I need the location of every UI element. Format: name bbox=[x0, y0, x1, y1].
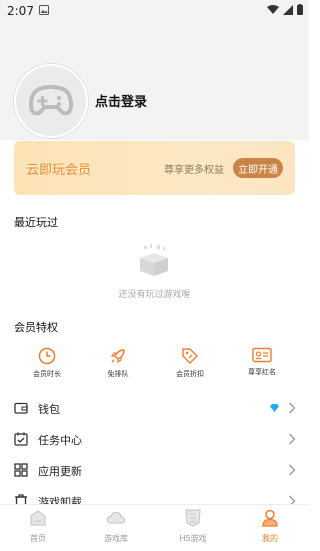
privilege-label: 会员时长 bbox=[33, 370, 61, 378]
privilege-label: 尊享红名 bbox=[248, 368, 276, 376]
status-icons bbox=[267, 4, 303, 15]
nav-label: 我的 bbox=[262, 534, 278, 543]
diamond-icon bbox=[270, 404, 279, 412]
home-icon bbox=[30, 510, 46, 526]
nav-h5-games[interactable]: H5游戏 bbox=[163, 509, 223, 544]
list-label: 钱包 bbox=[38, 403, 60, 416]
signal-icon bbox=[283, 4, 293, 15]
login-text[interactable]: 点击登录 bbox=[95, 91, 147, 110]
cloud-icon bbox=[106, 511, 126, 524]
nav-label: H5游戏 bbox=[179, 534, 207, 543]
vip-title: 云即玩会员 bbox=[26, 163, 92, 178]
avatar[interactable] bbox=[14, 64, 88, 138]
recent-title: 最近玩过 bbox=[14, 216, 58, 229]
privilege-label: 免排队 bbox=[107, 370, 129, 378]
empty-box-icon bbox=[140, 244, 168, 276]
wallet-icon bbox=[14, 402, 28, 414]
grid-icon bbox=[14, 463, 28, 477]
bottom-nav: 首页 游戏库 H5游戏 我的 bbox=[0, 504, 309, 551]
rocket-icon bbox=[110, 349, 125, 364]
chevron-right-icon bbox=[289, 464, 296, 476]
nav-label: 首页 bbox=[30, 534, 46, 543]
list-label: 任务中心 bbox=[38, 434, 82, 447]
status-time: 2:07 bbox=[7, 4, 34, 18]
nav-home[interactable]: 首页 bbox=[8, 509, 68, 544]
privilege-item[interactable]: 尊享红名 bbox=[232, 347, 292, 377]
image-notification-icon bbox=[39, 5, 49, 15]
empty-recent-text: 还没有玩过游戏喔 bbox=[118, 290, 191, 300]
list-label: 应用更新 bbox=[38, 465, 82, 478]
privileges-row: 会员时长 免排队 会员折扣 尊享红名 bbox=[0, 347, 309, 387]
clock-icon bbox=[38, 347, 56, 365]
h5-shield-icon bbox=[185, 509, 201, 527]
id-card-icon bbox=[252, 347, 272, 363]
privilege-item[interactable]: 会员折扣 bbox=[160, 347, 220, 379]
list-item-task-center[interactable]: 任务中心 bbox=[0, 424, 309, 454]
nav-label: 游戏库 bbox=[104, 534, 128, 543]
privilege-item[interactable]: 免排队 bbox=[88, 347, 148, 379]
vip-subtitle: 尊享更多权益 bbox=[164, 165, 224, 176]
list-item-wallet[interactable]: 钱包 bbox=[0, 393, 309, 423]
vip-open-button[interactable]: 立即开通 bbox=[233, 158, 283, 178]
privileges-title: 会员特权 bbox=[14, 321, 58, 334]
battery-icon bbox=[297, 4, 303, 15]
chevron-right-icon bbox=[289, 402, 296, 414]
wifi-icon bbox=[267, 4, 279, 14]
nav-game-library[interactable]: 游戏库 bbox=[86, 509, 146, 544]
list-item-app-update[interactable]: 应用更新 bbox=[0, 455, 309, 485]
privilege-item[interactable]: 会员时长 bbox=[17, 347, 77, 379]
calendar-check-icon bbox=[14, 432, 28, 446]
user-icon bbox=[262, 509, 278, 527]
privilege-label: 会员折扣 bbox=[176, 370, 204, 378]
chevron-right-icon bbox=[289, 433, 296, 445]
status-bar: 2:07 bbox=[0, 0, 309, 22]
tag-icon bbox=[182, 348, 198, 364]
gamepad-icon bbox=[29, 85, 73, 116]
nav-mine[interactable]: 我的 bbox=[240, 509, 300, 544]
vip-card[interactable]: 云即玩会员 尊享更多权益 立即开通 bbox=[14, 141, 295, 195]
